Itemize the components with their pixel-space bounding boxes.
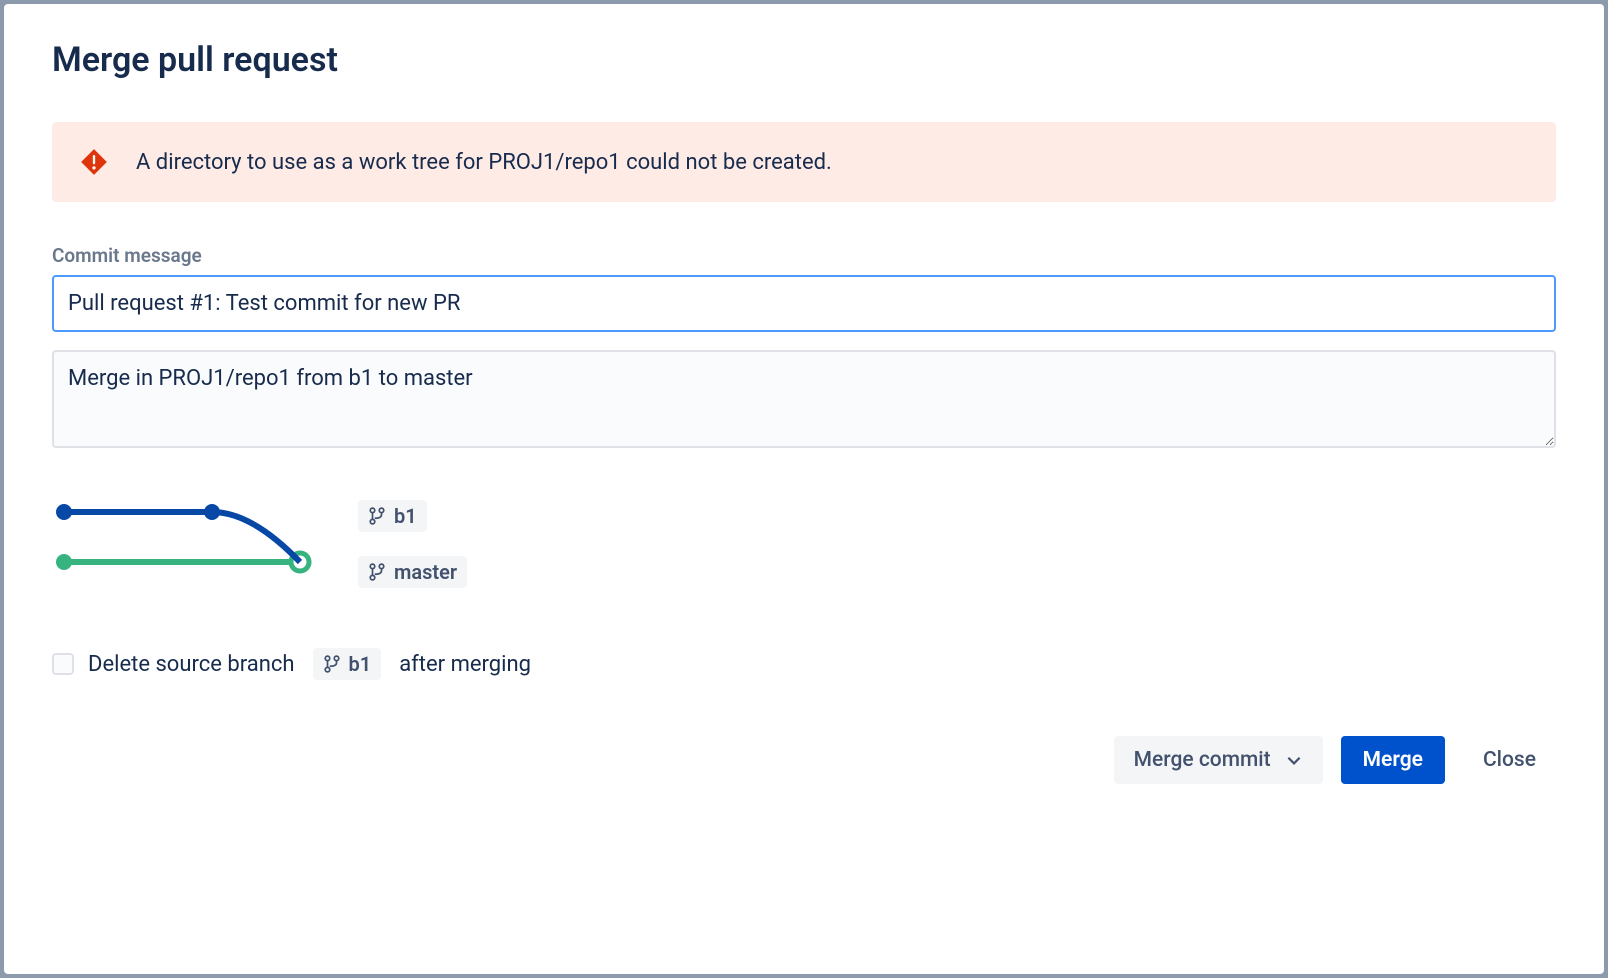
delete-suffix-text: after merging bbox=[399, 652, 531, 677]
target-branch-tag: master bbox=[358, 556, 467, 588]
delete-source-branch-row: Delete source branch b1 after merging bbox=[52, 648, 1556, 680]
merge-pull-request-modal: Merge pull request A directory to use as… bbox=[4, 4, 1604, 974]
delete-prefix-text: Delete source branch bbox=[88, 652, 295, 677]
commit-subject-input[interactable] bbox=[52, 275, 1556, 332]
branch-icon bbox=[323, 655, 341, 673]
close-button[interactable]: Close bbox=[1463, 736, 1556, 784]
delete-source-branch-checkbox[interactable] bbox=[52, 653, 74, 675]
source-branch-tag: b1 bbox=[358, 500, 427, 532]
branch-graph bbox=[52, 500, 312, 580]
modal-footer: Merge commit Merge Close bbox=[52, 736, 1556, 784]
error-icon bbox=[80, 148, 108, 176]
source-branch-name: b1 bbox=[394, 504, 417, 528]
modal-title: Merge pull request bbox=[52, 40, 1556, 80]
merge-strategy-label: Merge commit bbox=[1134, 748, 1271, 772]
branch-icon bbox=[368, 563, 386, 581]
branch-labels: b1 master bbox=[358, 500, 467, 588]
commit-message-label: Commit message bbox=[52, 244, 1556, 267]
error-banner: A directory to use as a work tree for PR… bbox=[52, 122, 1556, 202]
branch-visualization: b1 master bbox=[52, 500, 1556, 588]
delete-branch-tag: b1 bbox=[313, 648, 382, 680]
error-message: A directory to use as a work tree for PR… bbox=[136, 150, 832, 175]
merge-strategy-dropdown[interactable]: Merge commit bbox=[1114, 736, 1323, 784]
commit-body-textarea[interactable] bbox=[52, 350, 1556, 448]
chevron-down-icon bbox=[1285, 751, 1303, 769]
delete-branch-name: b1 bbox=[349, 652, 372, 676]
merge-button[interactable]: Merge bbox=[1341, 736, 1445, 784]
target-branch-name: master bbox=[394, 560, 457, 584]
branch-icon bbox=[368, 507, 386, 525]
